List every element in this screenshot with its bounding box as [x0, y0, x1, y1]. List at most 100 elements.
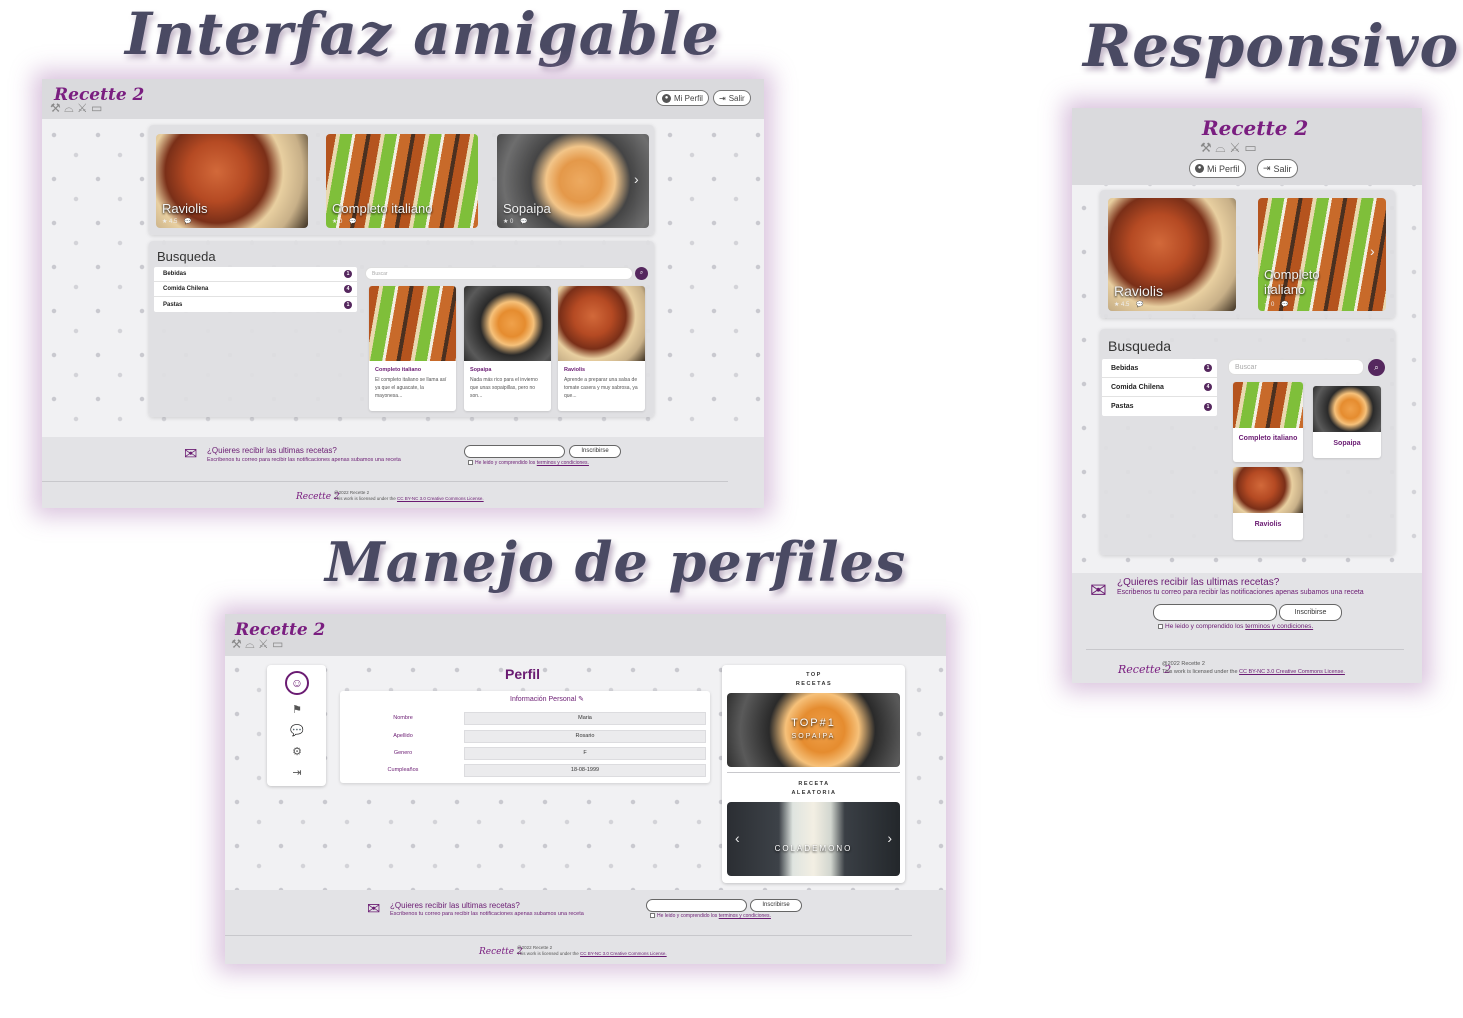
recipe-card[interactable]: Completo italiano — [1233, 382, 1303, 462]
bookmark-icon[interactable]: ⚑ — [287, 703, 307, 716]
profile-button[interactable]: ● Mi Perfil — [656, 90, 709, 106]
comments-icon[interactable]: 💬 — [287, 724, 307, 737]
chevron-right-icon[interactable]: › — [1370, 243, 1375, 259]
mobile-screenshot: Recette 2 ⚒ ⌓ ⚔ ▭ ● Mi Perfil ⇥ Salir Ra… — [1072, 108, 1422, 683]
random-recipe-label: RECETA ALEATORIA — [791, 781, 837, 796]
recipe-card[interactable]: Completo italiano El completo italiano s… — [369, 286, 456, 411]
subscribe-button[interactable]: Inscribirse — [569, 445, 621, 458]
gender-field[interactable]: F — [464, 747, 706, 760]
profile-button[interactable]: ● Mi Perfil — [1189, 159, 1246, 178]
rating-value: 0 — [339, 219, 343, 225]
rating-value: 0 — [1271, 302, 1275, 308]
random-recipe-image[interactable]: ‹ › COLADEMONO — [727, 802, 900, 876]
terms-text: He leido y comprendido los — [1165, 623, 1246, 630]
recipe-title: Sopaipa — [1333, 440, 1361, 447]
category-item[interactable]: Comida Chilena 4 — [154, 282, 357, 297]
newsletter-question: ¿Quieres recibir las ultimas recetas? — [207, 446, 337, 455]
category-name: Comida Chilena — [1111, 383, 1164, 391]
logout-icon[interactable]: ⇥ — [287, 766, 307, 779]
newsletter-subtext: Escribenos tu correo para recibir las no… — [390, 911, 584, 917]
footer-divider — [225, 935, 912, 936]
recipe-description: Nada más rico para el invierno que unas … — [470, 377, 538, 399]
terms-link[interactable]: terminos y condiciones. — [1245, 623, 1313, 630]
field-label: Nombre — [393, 715, 413, 721]
terms-checkbox[interactable]: He leido y comprendido los terminos y co… — [1158, 623, 1313, 630]
carousel-item[interactable]: Completo italiano ★ 0 💬 — [1258, 198, 1386, 311]
category-name: Bebidas — [163, 271, 187, 277]
category-count: 4 — [344, 285, 352, 293]
search-icon[interactable]: ⌕ — [1368, 359, 1385, 376]
copyright: @2022 Recette 2 This work is licensed und… — [517, 945, 667, 958]
kitchen-utensils-icon: ⚒ ⌓ ⚔ ▭ — [231, 637, 284, 651]
carousel-item[interactable]: Completo italiano ★ 0 💬 — [326, 134, 478, 228]
surname-field[interactable]: Rosario — [464, 730, 706, 743]
edit-icon[interactable]: ✎ — [578, 696, 584, 703]
terms-checkbox[interactable]: He leido y comprendido los terminos y co… — [650, 913, 771, 919]
chevron-right-icon[interactable]: › — [634, 171, 639, 187]
category-count: 1 — [1204, 364, 1212, 372]
birthday-field[interactable]: 18-08-1999 — [464, 764, 706, 777]
search-icon[interactable]: ⌕ — [635, 267, 648, 280]
license-text: This work is licensed under the — [1162, 668, 1240, 675]
category-item[interactable]: Bebidas 1 — [154, 267, 357, 282]
search-input[interactable]: Buscar — [365, 267, 633, 280]
license-link[interactable]: CC BY-NC 3.0 Creative Commons License. — [1239, 669, 1345, 675]
logout-button-label: Salir — [728, 93, 745, 103]
recipe-image — [1313, 386, 1381, 432]
logout-button[interactable]: ⇥ Salir — [713, 90, 751, 106]
license-link[interactable]: CC BY-NC 3.0 Creative Commons License. — [580, 951, 667, 956]
recipe-card[interactable]: Sopaipa — [1313, 386, 1381, 458]
section-divider — [727, 772, 900, 773]
subscribe-button[interactable]: Inscribirse — [750, 899, 802, 912]
recipe-image — [1233, 467, 1303, 513]
terms-checkbox[interactable]: He leido y comprendido los terminos y co… — [468, 460, 589, 466]
carousel-item[interactable]: Sopaipa ★ 0 💬 — [497, 134, 649, 228]
recipe-card[interactable]: Sopaipa Nada más rico para el invierno q… — [464, 286, 551, 411]
top-recipe-image[interactable]: TOP#1 SOPAIPA — [727, 693, 900, 767]
random-recipe-name: COLADEMONO — [774, 844, 853, 853]
category-list: Bebidas 1 Comida Chilena 4 Pastas 1 — [1102, 359, 1217, 416]
recipe-title: Completo italiano — [1238, 435, 1298, 442]
category-item[interactable]: Comida Chilena 4 — [1102, 378, 1217, 397]
email-input[interactable] — [464, 445, 565, 458]
search-input[interactable]: Buscar — [1228, 359, 1364, 375]
title-responsive: Responsivo — [1083, 12, 1460, 80]
carousel-item-rating: ★ 0 💬 — [1264, 302, 1289, 308]
checkbox[interactable] — [650, 913, 655, 919]
checkbox[interactable] — [1158, 623, 1163, 629]
subscribe-button[interactable]: Inscribirse — [1279, 604, 1342, 621]
personal-info-form: Información Personal ✎ Nombre Maria Apel… — [340, 691, 710, 783]
email-input[interactable] — [1153, 604, 1277, 621]
title-friendly-interface: Interfaz amigable — [125, 0, 720, 68]
recipe-title: Sopaipa — [470, 367, 492, 373]
smiley-icon[interactable]: ☺ — [285, 671, 309, 695]
category-item[interactable]: Bebidas 1 — [1102, 359, 1217, 378]
profile-button-label: Mi Perfil — [1207, 163, 1240, 174]
newsletter-footer: ✉ ¿Quieres recibir las ultimas recetas? … — [225, 890, 946, 964]
copyright: @2022 Recette 2 This work is licensed und… — [334, 490, 484, 503]
terms-link[interactable]: terminos y condiciones. — [537, 460, 589, 466]
desktop-screenshot: Recette 2 ⚒ ⌓ ⚔ ▭ ● Mi Perfil ⇥ Salir Ra… — [42, 79, 764, 508]
name-field[interactable]: Maria — [464, 712, 706, 725]
gear-icon[interactable]: ⚙ — [287, 745, 307, 758]
recipe-card[interactable]: Raviolis — [1233, 467, 1303, 540]
logout-icon: ⇥ — [719, 93, 726, 103]
license-link[interactable]: CC BY-NC 3.0 Creative Commons License. — [397, 496, 484, 501]
recipe-title: Raviolis — [1254, 521, 1282, 528]
personal-info-heading: Información Personal ✎ — [510, 695, 584, 703]
carousel-item[interactable]: Raviolis ★ 4.5 💬 — [1108, 198, 1236, 311]
checkbox[interactable] — [468, 460, 473, 466]
newsletter-question: ¿Quieres recibir las ultimas recetas? — [1117, 577, 1280, 588]
recipe-card[interactable]: Raviolis Aprende a preparar una salsa de… — [558, 286, 645, 411]
kitchen-utensils-icon: ⚒ ⌓ ⚔ ▭ — [1200, 140, 1257, 155]
logout-button[interactable]: ⇥ Salir — [1257, 159, 1298, 178]
logo[interactable]: Recette 2 — [1202, 116, 1308, 140]
category-item[interactable]: Pastas 1 — [154, 297, 357, 312]
header: Recette 2 ⚒ ⌓ ⚔ ▭ ● Mi Perfil ⇥ Salir — [42, 79, 764, 119]
category-item[interactable]: Pastas 1 — [1102, 397, 1217, 416]
carousel-item-title: Completo italiano — [1264, 267, 1320, 297]
terms-link[interactable]: terminos y condiciones. — [719, 913, 771, 919]
category-name: Pastas — [163, 301, 183, 308]
email-input[interactable] — [646, 899, 747, 912]
carousel-item[interactable]: Raviolis ★ 4.5 💬 — [156, 134, 308, 228]
